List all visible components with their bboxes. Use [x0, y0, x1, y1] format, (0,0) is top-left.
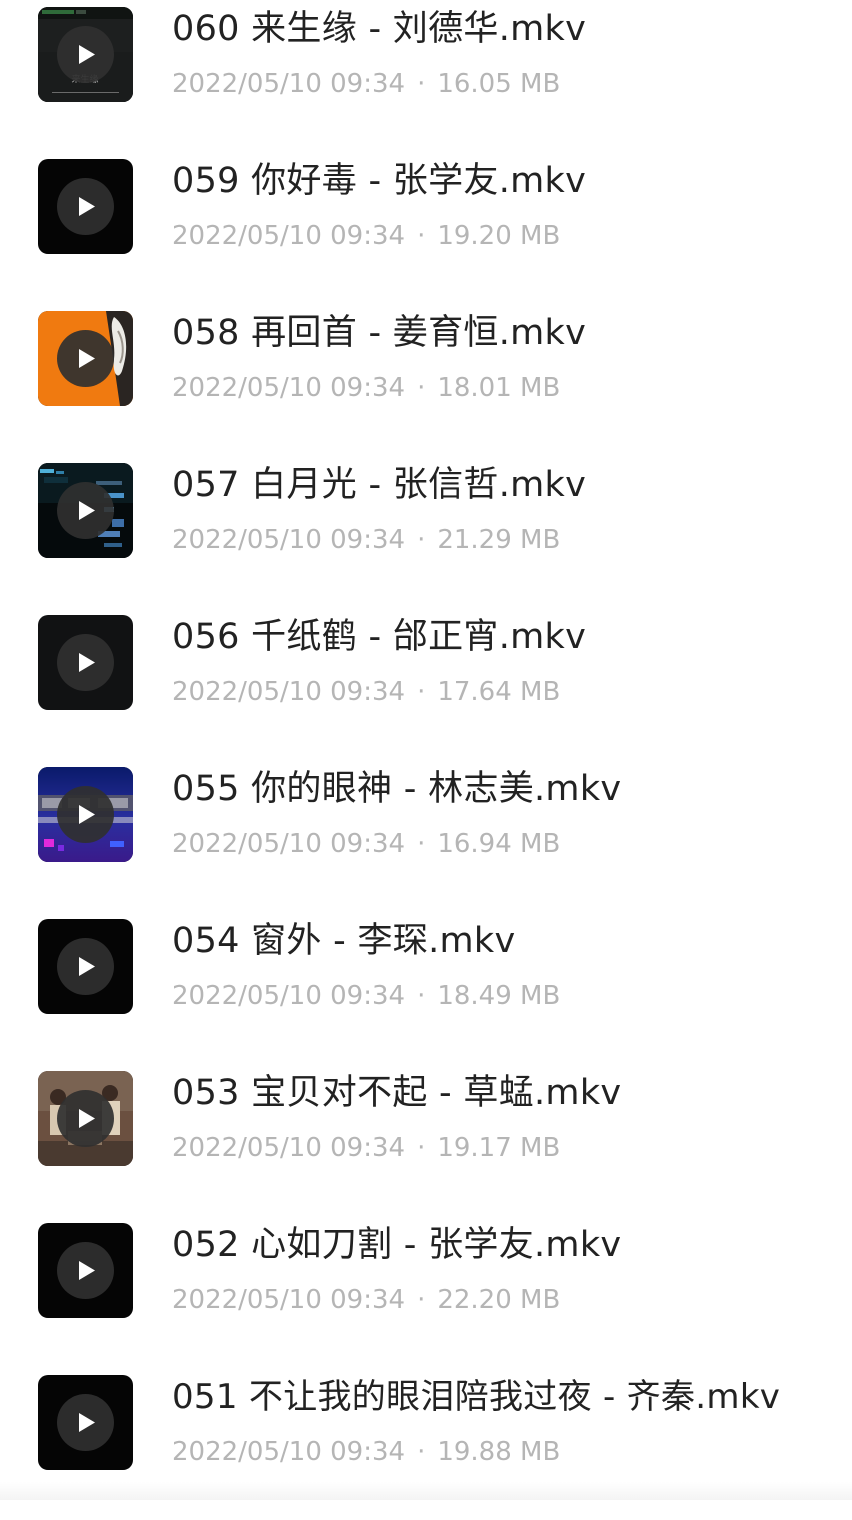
- video-thumbnail[interactable]: [38, 615, 133, 710]
- meta-separator: ·: [417, 221, 426, 251]
- file-size: 19.88 MB: [437, 1437, 561, 1467]
- file-row[interactable]: 059 你好毒 - 张学友.mkv 2022/05/10 09:34 · 19.20…: [0, 152, 852, 304]
- file-title[interactable]: 054 窗外 - 李琛.mkv: [172, 921, 516, 961]
- file-row[interactable]: 来生缘 060 来生缘 - 刘德华.mkv 2022/05/10 09:34 · 1…: [0, 0, 852, 152]
- file-row[interactable]: 056 千纸鹤 - 邰正宵.mkv 2022/05/10 09:34 · 17.64…: [0, 608, 852, 760]
- file-date: 2022/05/10 09:34: [172, 981, 406, 1011]
- file-size: 19.17 MB: [437, 1133, 561, 1163]
- play-button[interactable]: [57, 1242, 114, 1299]
- meta-separator: ·: [417, 373, 426, 403]
- file-size: 16.05 MB: [437, 69, 561, 99]
- meta-separator: ·: [417, 525, 426, 555]
- video-thumbnail[interactable]: [38, 463, 133, 558]
- video-thumbnail[interactable]: [38, 159, 133, 254]
- file-title[interactable]: 056 千纸鹤 - 邰正宵.mkv: [172, 617, 586, 657]
- play-button[interactable]: [57, 786, 114, 843]
- file-date: 2022/05/10 09:34: [172, 525, 406, 555]
- file-meta: 2022/05/10 09:34 · 21.29 MB: [172, 525, 560, 555]
- play-button[interactable]: [57, 634, 114, 691]
- file-date: 2022/05/10 09:34: [172, 1437, 406, 1467]
- play-icon: [79, 653, 95, 672]
- file-title[interactable]: 055 你的眼神 - 林志美.mkv: [172, 769, 621, 809]
- meta-separator: ·: [417, 69, 426, 99]
- file-title[interactable]: 057 白月光 - 张信哲.mkv: [172, 465, 586, 505]
- play-icon: [79, 1413, 95, 1432]
- play-button[interactable]: [57, 1394, 114, 1451]
- meta-separator: ·: [417, 1437, 426, 1467]
- video-thumbnail[interactable]: [38, 1223, 133, 1318]
- play-button[interactable]: [57, 482, 114, 539]
- meta-separator: ·: [417, 981, 426, 1011]
- file-row[interactable]: 053 宝贝对不起 - 草蜢.mkv 2022/05/10 09:34 · 19.1…: [0, 1064, 852, 1216]
- file-meta: 2022/05/10 09:34 · 16.05 MB: [172, 69, 560, 99]
- play-icon: [79, 45, 95, 64]
- play-button[interactable]: [57, 330, 114, 387]
- video-thumbnail[interactable]: [38, 1375, 133, 1470]
- file-meta: 2022/05/10 09:34 · 19.20 MB: [172, 221, 560, 251]
- file-size: 22.20 MB: [437, 1285, 561, 1315]
- play-icon: [79, 1109, 95, 1128]
- meta-separator: ·: [417, 1133, 426, 1163]
- file-size: 17.64 MB: [437, 677, 561, 707]
- play-icon: [79, 501, 95, 520]
- file-meta: 2022/05/10 09:34 · 18.49 MB: [172, 981, 560, 1011]
- video-thumbnail[interactable]: 来生缘: [38, 7, 133, 102]
- file-size: 18.01 MB: [437, 373, 561, 403]
- file-meta: 2022/05/10 09:34 · 19.17 MB: [172, 1133, 560, 1163]
- file-size: 18.49 MB: [437, 981, 561, 1011]
- file-date: 2022/05/10 09:34: [172, 373, 406, 403]
- play-icon: [79, 957, 95, 976]
- file-size: 21.29 MB: [437, 525, 561, 555]
- file-date: 2022/05/10 09:34: [172, 1285, 406, 1315]
- video-thumbnail[interactable]: [38, 1071, 133, 1166]
- meta-separator: ·: [417, 829, 426, 859]
- file-title[interactable]: 058 再回首 - 姜育恒.mkv: [172, 313, 586, 353]
- file-date: 2022/05/10 09:34: [172, 1133, 406, 1163]
- file-row[interactable]: 057 白月光 - 张信哲.mkv 2022/05/10 09:34 · 21.29…: [0, 456, 852, 608]
- file-date: 2022/05/10 09:34: [172, 69, 406, 99]
- file-row[interactable]: 055 你的眼神 - 林志美.mkv 2022/05/10 09:34 · 16.9…: [0, 760, 852, 912]
- file-row[interactable]: 054 窗外 - 李琛.mkv 2022/05/10 09:34 · 18.49 M…: [0, 912, 852, 1064]
- play-button[interactable]: [57, 938, 114, 995]
- file-meta: 2022/05/10 09:34 · 17.64 MB: [172, 677, 560, 707]
- bottom-fade: [0, 1482, 852, 1500]
- file-title[interactable]: 053 宝贝对不起 - 草蜢.mkv: [172, 1073, 621, 1113]
- video-thumbnail[interactable]: [38, 311, 133, 406]
- file-meta: 2022/05/10 09:34 · 18.01 MB: [172, 373, 560, 403]
- file-row[interactable]: 058 再回首 - 姜育恒.mkv 2022/05/10 09:34 · 18.01…: [0, 304, 852, 456]
- file-title[interactable]: 059 你好毒 - 张学友.mkv: [172, 161, 586, 201]
- file-date: 2022/05/10 09:34: [172, 221, 406, 251]
- meta-separator: ·: [417, 1285, 426, 1315]
- meta-separator: ·: [417, 677, 426, 707]
- video-file-list: 来生缘 060 来生缘 - 刘德华.mkv 2022/05/10 09:34 · 1…: [0, 0, 852, 1500]
- file-date: 2022/05/10 09:34: [172, 829, 406, 859]
- play-button[interactable]: [57, 1090, 114, 1147]
- video-thumbnail[interactable]: [38, 919, 133, 1014]
- file-size: 19.20 MB: [437, 221, 561, 251]
- file-row[interactable]: 052 心如刀割 - 张学友.mkv 2022/05/10 09:34 · 22.2…: [0, 1216, 852, 1368]
- play-icon: [79, 805, 95, 824]
- file-meta: 2022/05/10 09:34 · 22.20 MB: [172, 1285, 560, 1315]
- play-button[interactable]: [57, 26, 114, 83]
- play-icon: [79, 349, 95, 368]
- play-icon: [79, 197, 95, 216]
- file-meta: 2022/05/10 09:34 · 16.94 MB: [172, 829, 560, 859]
- file-date: 2022/05/10 09:34: [172, 677, 406, 707]
- file-title[interactable]: 052 心如刀割 - 张学友.mkv: [172, 1225, 621, 1265]
- file-size: 16.94 MB: [437, 829, 561, 859]
- file-title[interactable]: 060 来生缘 - 刘德华.mkv: [172, 9, 586, 49]
- file-title[interactable]: 051 不让我的眼泪陪我过夜 - 齐秦.mkv: [172, 1377, 780, 1417]
- play-button[interactable]: [57, 178, 114, 235]
- video-thumbnail[interactable]: [38, 767, 133, 862]
- file-meta: 2022/05/10 09:34 · 19.88 MB: [172, 1437, 560, 1467]
- play-icon: [79, 1261, 95, 1280]
